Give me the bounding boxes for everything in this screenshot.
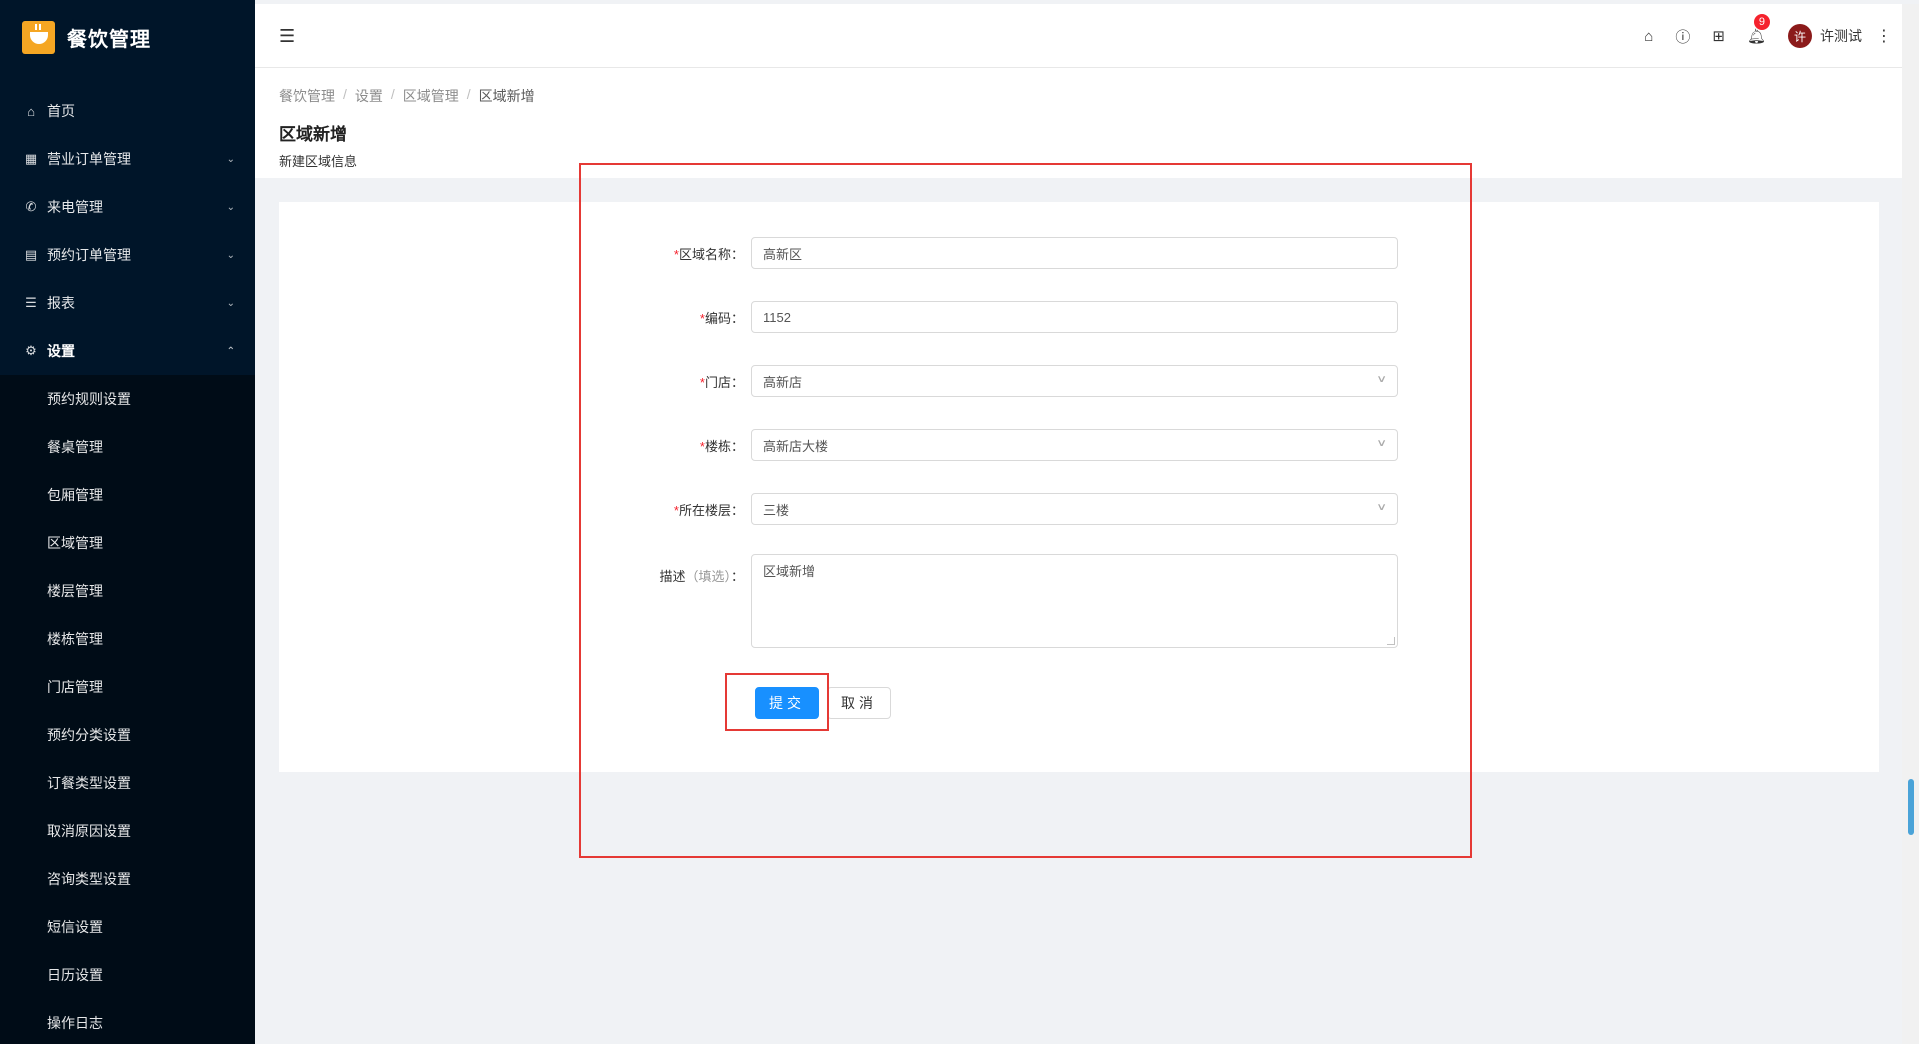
sidebar-item-calendar[interactable]: 日历设置 bbox=[0, 951, 255, 999]
sidebar-item-stores[interactable]: 门店管理 bbox=[0, 663, 255, 711]
sidebar-item-inquiry-types[interactable]: 咨询类型设置 bbox=[0, 855, 255, 903]
sidebar-menu: ⌂ 首页 ▦ 营业订单管理 ⌄ ✆ 来电管理 ⌄ ▤ 预约订单管理 ⌄ ☰ 报表… bbox=[0, 87, 255, 375]
sidebar-item-label: 预约订单管理 bbox=[47, 247, 131, 263]
breadcrumb-separator: / bbox=[466, 86, 471, 102]
report-icon: ☰ bbox=[25, 295, 37, 310]
sidebar-item-reservations[interactable]: ▤ 预约订单管理 ⌄ bbox=[0, 231, 255, 279]
sidebar-item-reservation-rules[interactable]: 预约规则设置 bbox=[0, 375, 255, 423]
notification-badge: 9 bbox=[1752, 13, 1771, 31]
annotation-box-submit bbox=[725, 673, 829, 731]
sidebar-item-sms[interactable]: 短信设置 bbox=[0, 903, 255, 951]
sidebar-item-private-rooms[interactable]: 包厢管理 bbox=[0, 471, 255, 519]
sidebar-item-label: 首页 bbox=[47, 103, 75, 119]
sidebar-item-home[interactable]: ⌂ 首页 bbox=[0, 87, 255, 135]
breadcrumb-item[interactable]: 餐饮管理 bbox=[279, 86, 335, 106]
settings-submenu: 预约规则设置 餐桌管理 包厢管理 区域管理 楼层管理 楼栋管理 门店管理 预约分… bbox=[0, 375, 255, 1044]
apps-grid-icon[interactable]: ⊞ bbox=[1712, 27, 1725, 45]
page-header: 餐饮管理 / 设置 / 区域管理 / 区域新增 区域新增 新建区域信息 bbox=[255, 68, 1902, 178]
menu-fold-icon[interactable]: ☰ bbox=[279, 26, 295, 47]
user-menu[interactable]: 许 许测试 bbox=[1788, 24, 1862, 48]
logo-icon bbox=[22, 21, 55, 54]
scrollbar-thumb[interactable] bbox=[1908, 779, 1914, 835]
phone-icon: ✆ bbox=[25, 199, 37, 214]
scrollbar[interactable] bbox=[1902, 4, 1919, 1044]
home-icon: ⌂ bbox=[27, 103, 35, 119]
sidebar-item-meal-types[interactable]: 订餐类型设置 bbox=[0, 759, 255, 807]
sidebar-item-business-orders[interactable]: ▦ 营业订单管理 ⌄ bbox=[0, 135, 255, 183]
sidebar-item-tables[interactable]: 餐桌管理 bbox=[0, 423, 255, 471]
annotation-box-form bbox=[579, 163, 1472, 858]
breadcrumb-separator: / bbox=[343, 86, 347, 102]
sidebar-item-label: 来电管理 bbox=[47, 199, 103, 215]
breadcrumb-item[interactable]: 区域管理 bbox=[403, 86, 459, 106]
sidebar-item-calls[interactable]: ✆ 来电管理 ⌄ bbox=[0, 183, 255, 231]
sidebar-item-reports[interactable]: ☰ 报表 ⌄ bbox=[0, 279, 255, 327]
sidebar-item-areas[interactable]: 区域管理 bbox=[0, 519, 255, 567]
breadcrumb-item[interactable]: 设置 bbox=[355, 86, 383, 106]
sidebar-item-cancel-reasons[interactable]: 取消原因设置 bbox=[0, 807, 255, 855]
breadcrumb-current: 区域新增 bbox=[478, 88, 535, 104]
chevron-down-icon: ⌄ bbox=[226, 153, 235, 165]
chevron-down-icon: ⌄ bbox=[226, 249, 235, 261]
page-title: 区域新增 bbox=[279, 125, 347, 144]
sidebar-item-buildings[interactable]: 楼栋管理 bbox=[0, 615, 255, 663]
more-vertical-icon[interactable]: ⋮ bbox=[1876, 26, 1892, 46]
bell-icon[interactable]: 🔔︎ 9 bbox=[1747, 13, 1771, 45]
header-actions: ⌂ ⓘ ⊞ 🔔︎ 9 许 许测试 ⋮ bbox=[1644, 4, 1892, 68]
sidebar-item-settings[interactable]: ⚙ 设置 ⌃ bbox=[0, 327, 255, 375]
breadcrumb-separator: / bbox=[390, 86, 395, 102]
sidebar-item-label: 营业订单管理 bbox=[47, 151, 131, 167]
chevron-down-icon: ⌄ bbox=[226, 297, 235, 309]
chevron-down-icon: ⌄ bbox=[226, 201, 235, 213]
top-header: ☰ ⌂ ⓘ ⊞ 🔔︎ 9 许 许测试 ⋮ bbox=[255, 4, 1902, 68]
sidebar-item-reservation-categories[interactable]: 预约分类设置 bbox=[0, 711, 255, 759]
sidebar-item-label: 报表 bbox=[47, 295, 75, 311]
order-icon: ▦ bbox=[24, 151, 38, 166]
username: 许测试 bbox=[1820, 28, 1862, 44]
breadcrumb: 餐饮管理 / 设置 / 区域管理 / 区域新增 bbox=[279, 86, 1878, 106]
help-icon[interactable]: ⓘ bbox=[1675, 26, 1690, 47]
app-title: 餐饮管理 bbox=[67, 29, 151, 51]
app-logo: 餐饮管理 bbox=[0, 0, 255, 75]
sidebar-item-label: 设置 bbox=[47, 343, 75, 359]
sidebar: 餐饮管理 ⌂ 首页 ▦ 营业订单管理 ⌄ ✆ 来电管理 ⌄ ▤ 预约订单管理 ⌄… bbox=[0, 0, 255, 1044]
home-icon[interactable]: ⌂ bbox=[1644, 28, 1653, 45]
sidebar-item-floors[interactable]: 楼层管理 bbox=[0, 567, 255, 615]
settings-icon: ⚙ bbox=[25, 343, 37, 358]
avatar: 许 bbox=[1788, 24, 1812, 48]
reservation-icon: ▤ bbox=[24, 247, 38, 262]
sidebar-item-operation-log[interactable]: 操作日志 bbox=[0, 999, 255, 1044]
chevron-up-icon: ⌃ bbox=[226, 345, 235, 357]
